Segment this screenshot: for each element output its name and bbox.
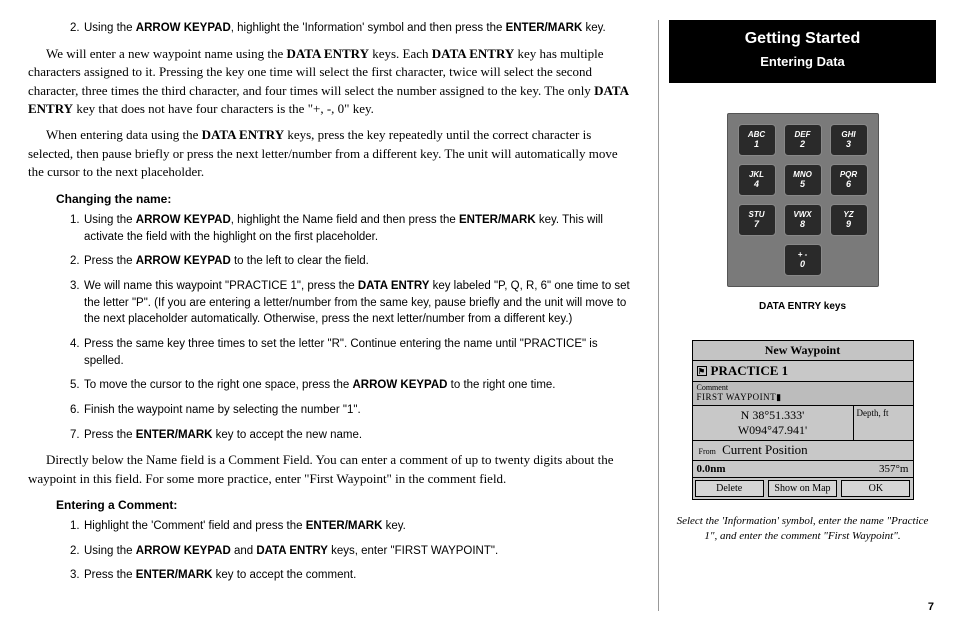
section-title: Getting Started — [669, 30, 936, 48]
key-4: JKL4 — [738, 164, 776, 196]
intro-step-2: 2.Using the ARROW KEYPAD, highlight the … — [70, 20, 630, 37]
figure-caption: Select the 'Information' symbol, enter t… — [669, 514, 936, 544]
from-label: From — [696, 445, 719, 456]
step-1-6: 6.Finish the waypoint name by selecting … — [70, 402, 630, 419]
key-7: STU7 — [738, 204, 776, 236]
waypoint-title: New Waypoint — [693, 341, 913, 361]
paragraph-2: When entering data using the DATA ENTRY … — [28, 126, 630, 181]
main-content: 2.Using the ARROW KEYPAD, highlight the … — [28, 20, 640, 611]
waypoint-name: PRACTICE 1 — [711, 363, 789, 379]
step-1-7: 7.Press the ENTER/MARK key to accept the… — [70, 427, 630, 444]
key-3: GHI3 — [830, 124, 868, 156]
comment-value: FIRST WAYPOINT — [693, 392, 913, 405]
step-1-5: 5.To move the cursor to the right one sp… — [70, 377, 630, 394]
step-1-1: 1.Using the ARROW KEYPAD, highlight the … — [70, 212, 630, 245]
step-2-1: 1.Highlight the 'Comment' field and pres… — [70, 518, 630, 535]
section-header: Getting Started Entering Data — [669, 20, 936, 83]
waypoint-name-row: ⚑ PRACTICE 1 — [693, 361, 913, 382]
key-1: ABC1 — [738, 124, 776, 156]
step-1-3: 3.We will name this waypoint "PRACTICE 1… — [70, 278, 630, 328]
waypoint-buttons: Delete Show on Map OK — [693, 478, 913, 499]
keypad-figure: ABC1 DEF2 GHI3 JKL4 MNO5 PQR6 STU7 VWX8 … — [727, 113, 879, 340]
subhead-entering-comment: Entering a Comment: — [56, 498, 630, 512]
depth-field: Depth, ft — [853, 406, 913, 440]
key-0: + -0 — [784, 244, 822, 276]
waypoint-comment-row: Comment FIRST WAYPOINT — [693, 382, 913, 406]
data-entry-keypad: ABC1 DEF2 GHI3 JKL4 MNO5 PQR6 STU7 VWX8 … — [727, 113, 879, 287]
delete-button[interactable]: Delete — [695, 480, 764, 497]
bearing: 357°m — [879, 463, 908, 475]
step-1-2: 2.Press the ARROW KEYPAD to the left to … — [70, 253, 630, 270]
from-value: Current Position — [722, 442, 808, 457]
distance: 0.0nm — [697, 463, 726, 475]
new-waypoint-dialog: New Waypoint ⚑ PRACTICE 1 Comment FIRST … — [692, 340, 914, 500]
key-6: PQR6 — [830, 164, 868, 196]
sidebar: Getting Started Entering Data ABC1 DEF2 … — [669, 20, 936, 611]
column-divider — [658, 20, 659, 611]
step-2-2: 2.Using the ARROW KEYPAD and DATA ENTRY … — [70, 543, 630, 560]
key-8: VWX8 — [784, 204, 822, 236]
key-9: YZ9 — [830, 204, 868, 236]
comment-label: Comment — [693, 382, 913, 392]
waypoint-dist-row: 0.0nm 357°m — [693, 461, 913, 478]
page-number: 7 — [928, 601, 934, 613]
subhead-changing-name: Changing the name: — [56, 192, 630, 206]
key-2: DEF2 — [784, 124, 822, 156]
section-subtitle: Entering Data — [669, 54, 936, 69]
step-1-4: 4.Press the same key three times to set … — [70, 336, 630, 369]
paragraph-3: Directly below the Name field is a Comme… — [28, 451, 630, 488]
waypoint-from-row: From Current Position — [693, 441, 913, 461]
step-2-3: 3.Press the ENTER/MARK key to accept the… — [70, 567, 630, 584]
waypoint-coord-row: N 38°51.333' W094°47.941' Depth, ft — [693, 406, 913, 441]
flag-icon: ⚑ — [697, 366, 707, 376]
ok-button[interactable]: OK — [841, 480, 910, 497]
coordinates: N 38°51.333' W094°47.941' — [693, 406, 853, 440]
paragraph-1: We will enter a new waypoint name using … — [28, 45, 630, 119]
key-5: MNO5 — [784, 164, 822, 196]
keypad-caption: DATA ENTRY keys — [759, 301, 846, 312]
show-on-map-button[interactable]: Show on Map — [768, 480, 837, 497]
